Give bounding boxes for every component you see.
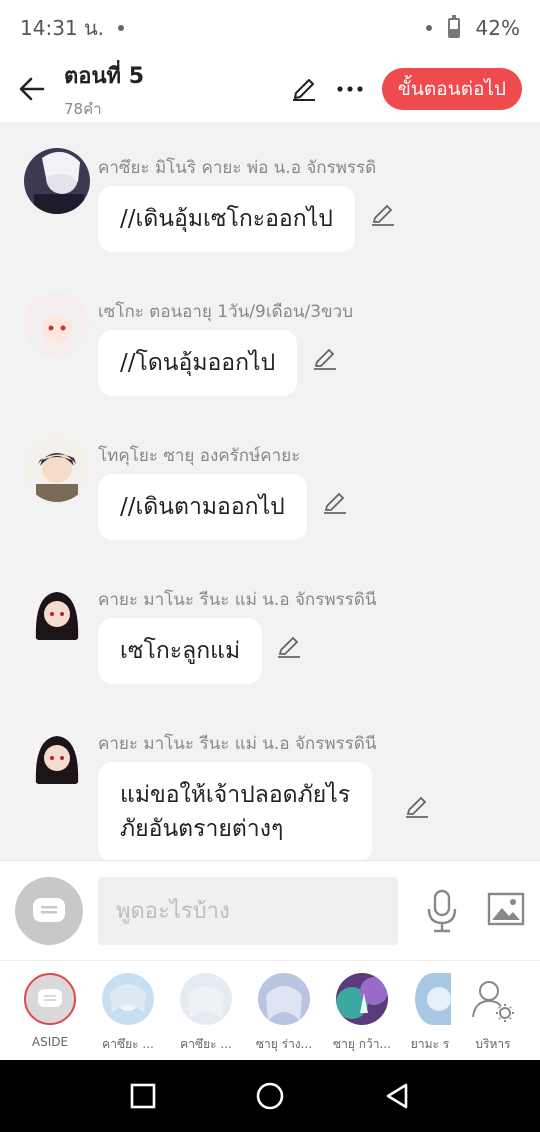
character-item[interactable]: ยามะ ร [405,973,455,1054]
avatar[interactable] [24,436,90,502]
character-label: คาซึยะ ... [102,1037,154,1051]
message-bubble[interactable]: เซโกะลูกแม่ [98,618,263,684]
manage-icon [467,973,519,1025]
character-item-aside[interactable]: ASIDE [15,973,85,1049]
signal-dot-icon [425,25,432,31]
more-horizontal-icon [337,86,363,92]
image-icon [487,892,525,926]
recent-apps-button[interactable] [121,1074,165,1118]
character-item[interactable]: ซายุ กว้า... [327,973,397,1054]
message-input-bar [0,860,540,960]
pencil-icon [292,79,315,101]
circle-icon [256,1082,284,1110]
character-name: เซโกะ ตอนอายุ 1วัน/9เดือน/3ขวบ [98,302,354,322]
square-icon [131,1083,156,1109]
message-icon [38,989,62,1007]
title-block: ตอนที่ 5 78คำ [64,58,144,121]
character-item[interactable]: ซายุ ร่าง... [249,973,319,1054]
character-label: ซายุ ร่าง... [255,1037,313,1051]
notification-dot-icon [118,25,125,31]
avatar[interactable] [24,148,90,214]
avatar[interactable] [24,580,90,646]
more-button[interactable] [336,75,364,103]
character-item[interactable]: คาซึยะ ... [93,973,163,1054]
status-bar: 14:31 น. 42% [0,0,540,56]
character-label: ซายุ กว้า... [333,1037,391,1051]
character-name: โทคุโยะ ซายุ องครักษ์คายะ [98,446,301,466]
edit-message-icon[interactable] [312,346,338,372]
avatar [180,973,232,1025]
system-navigation-bar [0,1060,540,1132]
aside-avatar [24,973,76,1025]
character-name: คาซึยะ มิโนริ คายะ พ่อ น.อ จักรพรรดิ [98,158,377,178]
edit-button[interactable] [290,75,318,103]
edit-message-icon[interactable] [404,794,430,820]
avatar [415,973,451,1025]
microphone-icon [427,889,457,933]
battery-percent: 42% [475,16,520,40]
image-upload-button[interactable] [486,889,526,929]
edit-message-icon[interactable] [276,634,302,660]
character-label: คาซึยะ ... [180,1037,232,1051]
back-button[interactable] [0,56,64,122]
avatar[interactable] [24,724,90,790]
edit-message-icon[interactable] [370,202,396,228]
arrow-left-icon [19,77,45,101]
message-bubble[interactable]: //โดนอุ้มออกไป [98,330,298,396]
character-label: ASIDE [31,1035,69,1049]
page-title: ตอนที่ 5 [64,63,145,89]
manage-characters-button[interactable]: บริหาร [458,973,528,1054]
message-icon [33,898,65,922]
character-name: คายะ มาโนะ รีนะ แม่ น.อ จักรพรรดินี [98,734,377,754]
avatar [102,973,154,1025]
word-count: 78คำ [64,99,102,118]
avatar[interactable] [24,292,90,358]
battery-icon [447,15,460,38]
character-label: บริหาร [475,1037,511,1051]
status-time: 14:31 น. [20,16,105,40]
edit-message-icon[interactable] [322,490,348,516]
voice-input-button[interactable] [420,885,464,937]
character-label: ยามะ ร [410,1037,450,1051]
home-button[interactable] [248,1074,292,1118]
message-bubble[interactable]: //เดินตามออกไป [98,474,307,540]
chat-mode-button[interactable] [15,877,83,945]
character-bar: ASIDE คาซึยะ ... คาซึยะ ... ซายุ ร่าง...… [0,960,540,1060]
avatar [336,973,388,1025]
back-nav-button[interactable] [375,1074,419,1118]
character-item[interactable]: คาซึยะ ... [171,973,241,1054]
character-name: คายะ มาโนะ รีนะ แม่ น.อ จักรพรรดินี [98,590,377,610]
next-step-button[interactable]: ขั้นตอนต่อไป [381,68,522,110]
message-bubble[interactable]: แม่ขอให้เจ้าปลอดภัยไร ภัยอันตรายต่างๆ [98,762,373,860]
triangle-back-icon [386,1083,407,1109]
message-bubble[interactable]: //เดินอุ้มเซโกะออกไป [98,186,355,252]
avatar [258,973,310,1025]
app-header: ตอนที่ 5 78คำ ขั้นตอนต่อไป [0,56,540,122]
chat-area[interactable]: คาซึยะ มิโนริ คายะ พ่อ น.อ จักรพรรดิ //เ… [0,122,540,860]
message-input[interactable] [98,877,398,945]
